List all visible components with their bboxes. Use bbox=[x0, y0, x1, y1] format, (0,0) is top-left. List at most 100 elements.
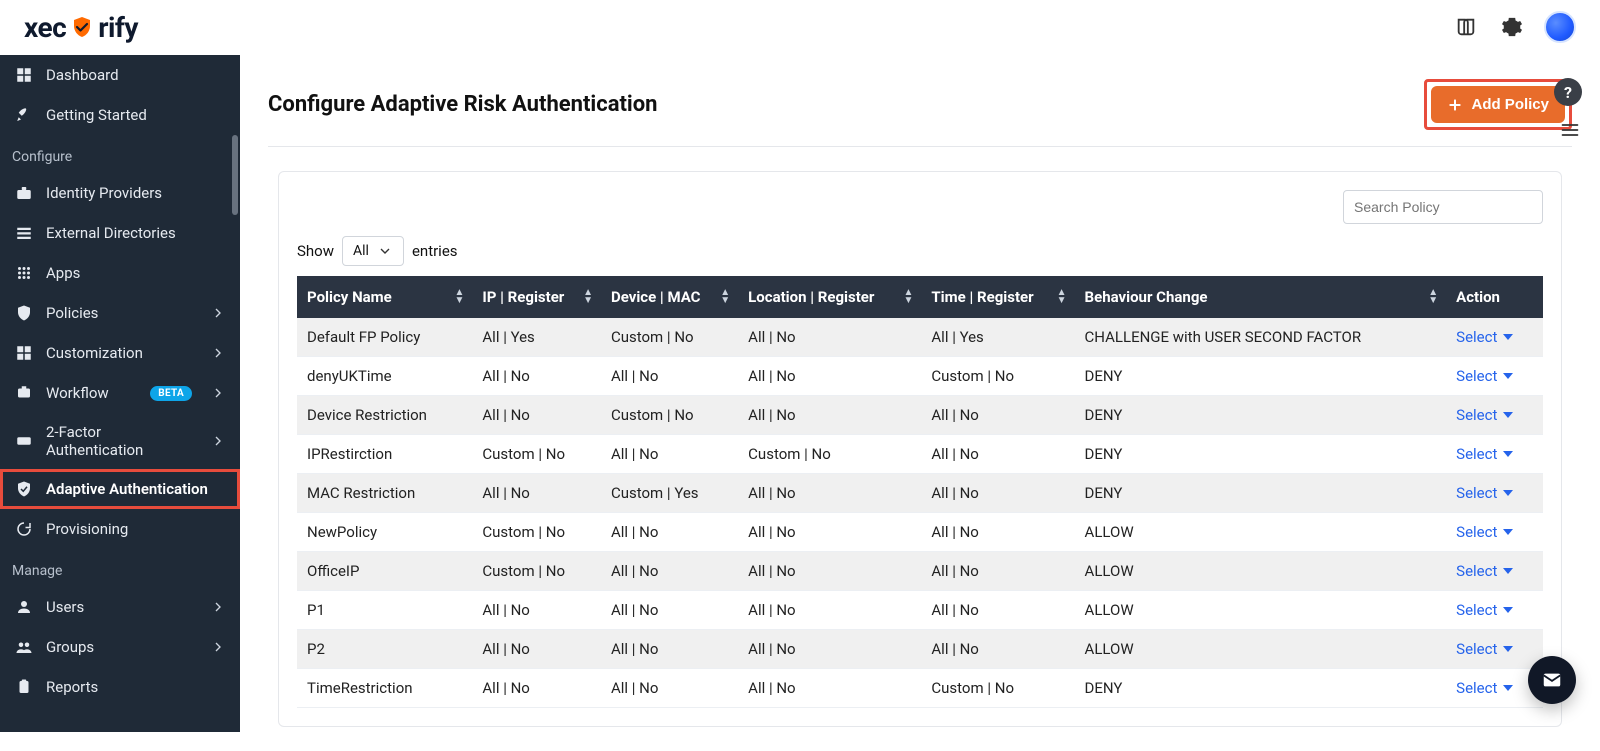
top-bar: xec rify bbox=[0, 0, 1600, 55]
help-button[interactable]: ? bbox=[1554, 78, 1582, 106]
contact-mail-button[interactable] bbox=[1528, 656, 1576, 704]
entries-select[interactable]: All bbox=[342, 236, 404, 266]
sidebar-item-label: 2-Factor Authentication bbox=[46, 423, 198, 459]
table-row: TimeRestrictionAll | NoAll | NoAll | NoC… bbox=[297, 669, 1543, 708]
action-select-label: Select bbox=[1456, 523, 1497, 541]
action-select[interactable]: Select bbox=[1456, 523, 1513, 541]
sidebar-item-label: External Directories bbox=[46, 224, 226, 242]
brand-shield-icon bbox=[70, 15, 94, 39]
action-select[interactable]: Select bbox=[1456, 562, 1513, 580]
caret-down-icon bbox=[1503, 412, 1513, 418]
sidebar-section-configure: Configure bbox=[0, 135, 240, 173]
action-select[interactable]: Select bbox=[1456, 367, 1513, 385]
sidebar-item-label: Reports bbox=[46, 678, 226, 696]
table-cell: CHALLENGE with USER SECOND FACTOR bbox=[1075, 318, 1447, 357]
col-behaviour-change[interactable]: Behaviour Change▲▼ bbox=[1075, 276, 1447, 318]
sidebar-item-provisioning[interactable]: Provisioning bbox=[0, 509, 240, 549]
sort-icon: ▲▼ bbox=[583, 289, 593, 305]
action-select[interactable]: Select bbox=[1456, 406, 1513, 424]
sidebar-item-label: Getting Started bbox=[46, 106, 226, 124]
table-cell: All | No bbox=[472, 474, 601, 513]
table-cell: All | No bbox=[921, 513, 1074, 552]
add-policy-button[interactable]: Add Policy bbox=[1431, 86, 1565, 123]
brand-text-2: rify bbox=[98, 11, 138, 44]
sidebar-item-workflow[interactable]: Workflow BETA bbox=[0, 373, 240, 413]
action-select-label: Select bbox=[1456, 562, 1497, 580]
col-ip-register[interactable]: IP | Register▲▼ bbox=[472, 276, 601, 318]
gear-icon[interactable] bbox=[1498, 13, 1526, 41]
action-select[interactable]: Select bbox=[1456, 328, 1513, 346]
chevron-right-icon bbox=[210, 599, 226, 615]
table-row: denyUKTimeAll | NoAll | NoAll | NoCustom… bbox=[297, 357, 1543, 396]
sidebar-item-customization[interactable]: Customization bbox=[0, 333, 240, 373]
action-select[interactable]: Select bbox=[1456, 679, 1513, 697]
table-row: P2All | NoAll | NoAll | NoAll | NoALLOWS… bbox=[297, 630, 1543, 669]
col-action: Action bbox=[1446, 276, 1543, 318]
entries-select-value: All bbox=[353, 243, 369, 259]
table-cell-action: Select bbox=[1446, 435, 1543, 474]
add-policy-label: Add Policy bbox=[1471, 96, 1549, 113]
action-select-label: Select bbox=[1456, 640, 1497, 658]
table-cell: Custom | No bbox=[472, 552, 601, 591]
table-cell: ALLOW bbox=[1075, 552, 1447, 591]
sidebar-item-identity-providers[interactable]: Identity Providers bbox=[0, 173, 240, 213]
sidebar-item-adaptive-authentication[interactable]: Adaptive Authentication bbox=[0, 469, 240, 509]
col-location-register[interactable]: Location | Register▲▼ bbox=[738, 276, 921, 318]
sort-icon: ▲▼ bbox=[1428, 289, 1438, 305]
table-cell: All | No bbox=[921, 396, 1074, 435]
table-cell: All | No bbox=[738, 630, 921, 669]
sidebar-item-label: Groups bbox=[46, 638, 198, 656]
table-cell: All | No bbox=[921, 591, 1074, 630]
col-device-mac[interactable]: Device | MAC▲▼ bbox=[601, 276, 738, 318]
action-select[interactable]: Select bbox=[1456, 445, 1513, 463]
sidebar-item-2fa[interactable]: 2-Factor Authentication bbox=[0, 413, 240, 469]
policies-tbody: Default FP PolicyAll | YesCustom | NoAll… bbox=[297, 318, 1543, 708]
rocket-icon bbox=[14, 105, 34, 125]
sidebar-item-apps[interactable]: Apps bbox=[0, 253, 240, 293]
sidebar-item-users[interactable]: Users bbox=[0, 587, 240, 627]
action-select[interactable]: Select bbox=[1456, 640, 1513, 658]
col-time-register[interactable]: Time | Register▲▼ bbox=[921, 276, 1074, 318]
docs-icon[interactable] bbox=[1452, 13, 1480, 41]
sidebar-item-reports[interactable]: Reports bbox=[0, 667, 240, 707]
table-cell: P2 bbox=[297, 630, 472, 669]
action-select[interactable]: Select bbox=[1456, 484, 1513, 502]
sidebar-item-label: Workflow bbox=[46, 384, 138, 402]
table-cell: All | No bbox=[738, 669, 921, 708]
sort-icon: ▲▼ bbox=[454, 289, 464, 305]
sidebar-item-external-directories[interactable]: External Directories bbox=[0, 213, 240, 253]
shield-icon bbox=[14, 303, 34, 323]
table-cell: denyUKTime bbox=[297, 357, 472, 396]
table-row: OfficeIPCustom | NoAll | NoAll | NoAll |… bbox=[297, 552, 1543, 591]
sort-icon: ▲▼ bbox=[720, 289, 730, 305]
table-cell: All | No bbox=[601, 435, 738, 474]
caret-down-icon bbox=[1503, 607, 1513, 613]
table-row: NewPolicyCustom | NoAll | NoAll | NoAll … bbox=[297, 513, 1543, 552]
table-cell: NewPolicy bbox=[297, 513, 472, 552]
col-policy-name[interactable]: Policy Name▲▼ bbox=[297, 276, 472, 318]
table-cell: Custom | No bbox=[601, 318, 738, 357]
table-cell: ALLOW bbox=[1075, 591, 1447, 630]
action-select[interactable]: Select bbox=[1456, 601, 1513, 619]
grid-icon bbox=[14, 263, 34, 283]
caret-down-icon bbox=[1503, 334, 1513, 340]
search-input[interactable] bbox=[1343, 190, 1543, 224]
table-cell: DENY bbox=[1075, 669, 1447, 708]
hamburger-icon[interactable] bbox=[1556, 116, 1584, 144]
sidebar-item-policies[interactable]: Policies bbox=[0, 293, 240, 333]
group-icon bbox=[14, 637, 34, 657]
sidebar-scrollbar[interactable] bbox=[232, 135, 238, 215]
plus-icon bbox=[1447, 97, 1463, 113]
sync-icon bbox=[14, 519, 34, 539]
table-row: P1All | NoAll | NoAll | NoAll | NoALLOWS… bbox=[297, 591, 1543, 630]
sidebar-item-dashboard[interactable]: Dashboard bbox=[0, 55, 240, 95]
sidebar-item-groups[interactable]: Groups bbox=[0, 627, 240, 667]
puzzle-icon bbox=[14, 343, 34, 363]
table-cell: Custom | No bbox=[738, 435, 921, 474]
table-cell: DENY bbox=[1075, 474, 1447, 513]
avatar[interactable] bbox=[1544, 11, 1576, 43]
table-cell: Default FP Policy bbox=[297, 318, 472, 357]
table-row: Default FP PolicyAll | YesCustom | NoAll… bbox=[297, 318, 1543, 357]
table-cell: All | No bbox=[738, 513, 921, 552]
sidebar-item-getting-started[interactable]: Getting Started bbox=[0, 95, 240, 135]
